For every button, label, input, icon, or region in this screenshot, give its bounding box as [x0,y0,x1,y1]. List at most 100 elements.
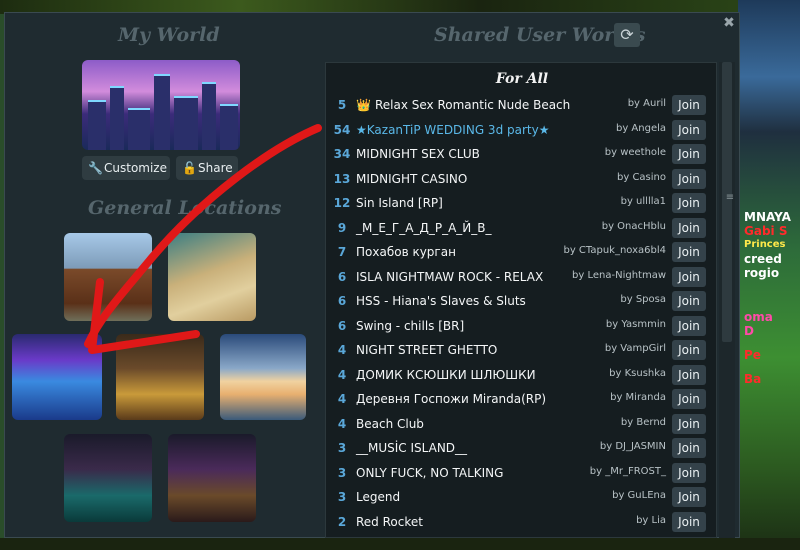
world-row[interactable]: 7 Похабов курган by CTapuk_noxa6bl4 Join [326,241,716,265]
join-button[interactable]: Join [672,168,706,189]
wrench-icon: 🔧 [88,161,103,175]
player-count: 3 [337,465,347,480]
location-thumbnail[interactable] [64,233,152,321]
player-count: 4 [337,416,347,431]
world-row[interactable]: 6 Swing - chills [BR] by Yasmmin Join [326,315,716,339]
join-button[interactable]: Join [672,340,706,360]
player-name: D [744,324,754,338]
world-name: __MUSİC ISLAND__ [356,441,467,455]
player-count: 6 [337,269,347,284]
world-row[interactable]: 4 ДОМИК КСЮШКИ ШЛЮШКИ by Ksushka Join [326,364,716,388]
world-name: MIDNIGHT SEX CLUB [356,147,480,161]
join-button[interactable]: Join [672,413,706,434]
scrollbar[interactable]: ≡ [719,62,735,538]
location-thumbnail[interactable] [64,434,152,522]
join-button[interactable]: Join [672,389,706,409]
world-owner: by VampGirl [604,343,666,354]
player-name: rogio [744,266,780,280]
join-button[interactable]: Join [672,242,706,262]
world-owner: by Miranda [610,392,666,403]
location-thumbnail[interactable] [12,334,102,420]
world-row[interactable]: 13 MIDNIGHT CASINO by Casino Join [326,168,716,192]
world-row[interactable]: 6 ISLA NIGHTMAW ROCK - RELAX by Lena-Night… [326,266,716,290]
player-count: 6 [337,294,347,308]
join-button[interactable]: Join [672,217,706,238]
world-row[interactable]: 2 Red Rocket by Lia Join [326,511,716,535]
join-button[interactable]: Join [672,364,706,385]
game-scene-bottom [0,538,800,550]
player-count: 7 [337,245,347,259]
world-owner: by ulllla1 [620,196,666,207]
world-name: Похабов курган [356,245,456,259]
world-row[interactable]: 6 HSS - Hiana's Slaves & Sluts by Sposa Joi… [326,290,716,314]
world-owner: by weethole [604,147,666,158]
player-count: 4 [337,392,347,406]
world-row[interactable]: 3 Legend by GuLEna Join [326,486,716,510]
location-thumbnail[interactable] [220,334,306,420]
join-button[interactable]: Join [672,487,706,507]
crown-icon: 👑 [356,98,371,112]
world-owner: by _Mr_FROST_ [589,465,666,477]
share-button[interactable]: 🔓Share [176,156,238,180]
shared-worlds-list: For All 5 👑 Relax Sex Romantic Nude Beach b… [325,62,717,538]
world-row[interactable]: 3 __MUSİC ISLAND__ by DJ_JASMIN Join [326,437,716,461]
world-name-text: ДОМИК КСЮШКИ ШЛЮШКИ [356,367,536,382]
join-button[interactable]: Join [672,438,706,458]
player-count: 2 [337,514,347,529]
world-row[interactable]: 54 ★KazanTiP WEDDING 3d party★ by Angela Jo… [326,119,716,143]
join-button[interactable]: Join [672,119,706,140]
world-row[interactable]: 3 ONLY FUCK, NO TALKING by _Mr_FROST_ Join [326,462,716,486]
world-owner: by Yasmmin [605,318,666,330]
world-name-text: Legend [356,490,401,504]
world-name: Legend [356,490,400,504]
join-button[interactable]: Join [672,266,706,287]
world-row[interactable]: 9 _М_Е_Г_А_Д_Р_А_Й_В_ by OnacHblu Join [326,217,716,241]
world-name: NIGHT STREET GHETTO [356,343,497,357]
player-count: 6 [337,318,347,333]
world-owner: by Casino [617,171,666,183]
world-row[interactable]: 4 Деревня Госпожи Miranda(RP) by Miranda Jo… [326,388,716,412]
location-thumbnail[interactable] [168,434,256,522]
player-name: Ba [744,372,762,386]
world-row[interactable]: 4 Beach Club by Bernd Join [326,413,716,437]
world-owner: by Auril [627,98,666,109]
join-button[interactable]: Join [672,291,706,311]
world-name: HSS - Hiana's Slaves & Sluts [356,294,526,308]
world-row[interactable]: 34 MIDNIGHT SEX CLUB by weethole Join [326,143,716,167]
world-name-text: ONLY FUCK, NO TALKING [356,465,504,480]
world-row[interactable]: 12 Sin Island [RP] by ulllla1 Join [326,192,716,216]
world-name: ISLA NIGHTMAW ROCK - RELAX [356,270,543,284]
world-owner: by Sposa [620,294,666,305]
world-name-text: NIGHT STREET GHETTO [356,343,498,357]
world-owner: by Bernd [620,416,666,428]
player-count: 34 [333,147,351,161]
player-count: 3 [337,441,347,455]
location-thumbnail[interactable] [168,233,256,321]
world-row[interactable]: 5 👑 Relax Sex Romantic Nude Beach by Auril J… [326,94,716,118]
scrollbar-thumb[interactable]: ≡ [722,62,734,342]
my-world-thumbnail[interactable] [82,60,240,150]
world-name: Swing - chills [BR] [356,319,464,333]
world-name: ДОМИК КСЮШКИ ШЛЮШКИ [356,368,536,382]
world-owner: by Lena-Nightmaw [572,269,666,281]
general-locations-title: General Locations [88,197,282,219]
location-thumbnail[interactable] [116,334,204,420]
join-button[interactable]: Join [672,462,706,483]
world-row[interactable]: 4 NIGHT STREET GHETTO by VampGirl Join [326,339,716,363]
world-owner: by DJ_JASMIN [599,441,666,452]
world-owner: by Ksushka [609,367,666,379]
world-name-text: MIDNIGHT CASINO [356,171,468,186]
player-name: Princes [744,239,786,250]
refresh-icon[interactable]: ⟳ [614,23,640,47]
join-button[interactable]: Join [672,511,706,532]
join-button[interactable]: Join [672,95,706,115]
join-button[interactable]: Join [672,315,706,336]
player-count: 3 [337,490,347,504]
world-owner: by Angela [615,122,666,134]
close-icon[interactable]: ✖ [722,16,736,30]
join-button[interactable]: Join [672,144,706,164]
customize-button[interactable]: 🔧Customize [82,156,170,180]
join-button[interactable]: Join [672,193,706,213]
world-name: ★KazanTiP WEDDING 3d party★ [356,123,549,137]
world-name: _М_Е_Г_А_Д_Р_А_Й_В_ [356,221,492,235]
